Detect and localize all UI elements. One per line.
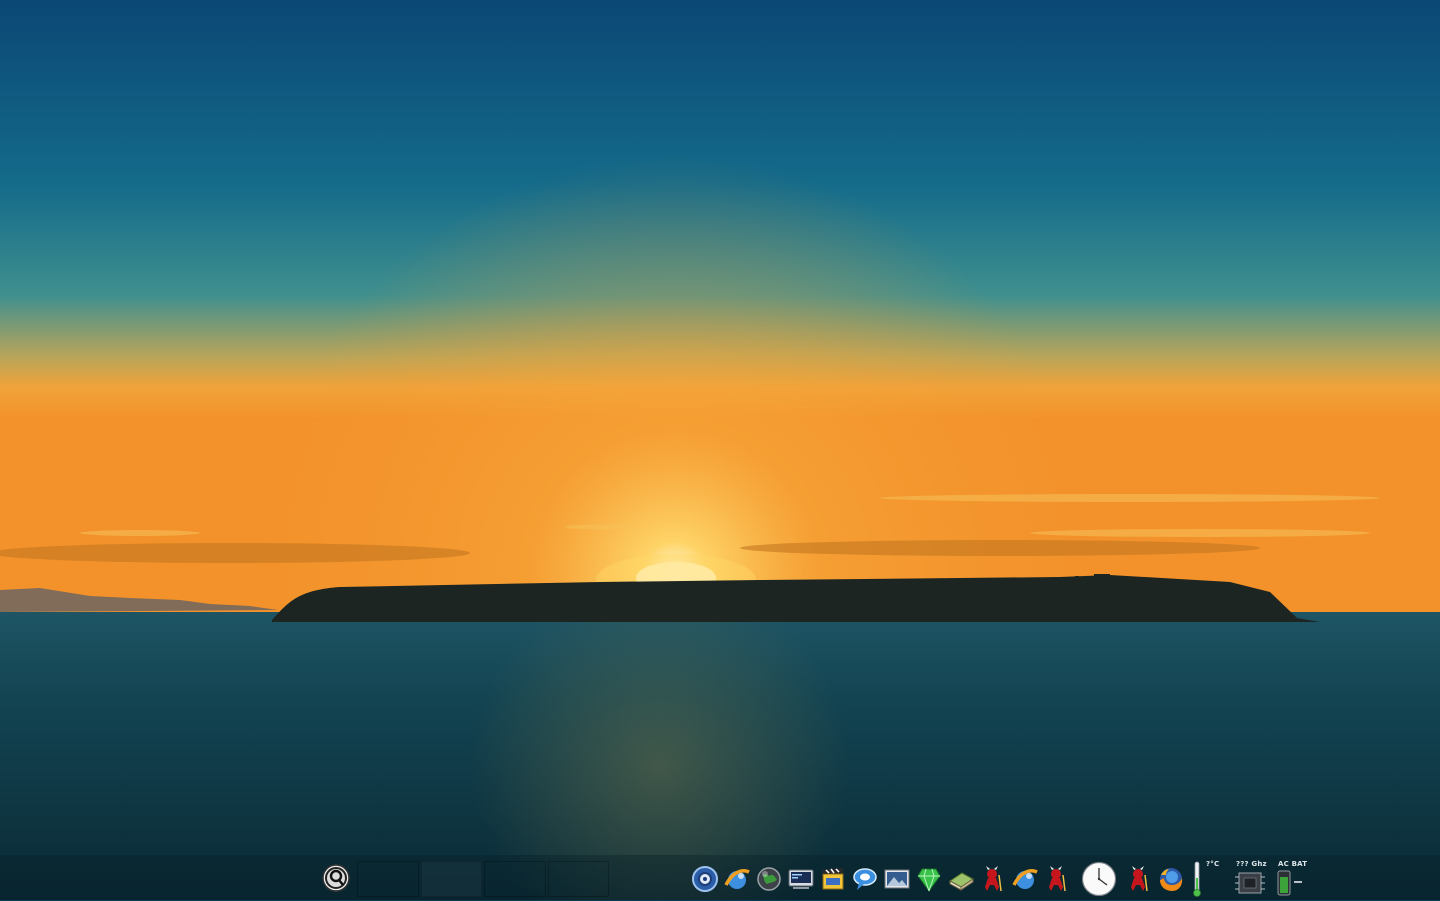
battery-monitor[interactable]: AC BAT (1272, 860, 1312, 898)
kde-menu-button[interactable] (318, 860, 354, 896)
kde-menu-icon (322, 864, 350, 892)
system-tray (1124, 860, 1188, 898)
launcher-kino[interactable] (818, 864, 848, 894)
kino-video-icon (822, 868, 844, 890)
battery-icon (1277, 870, 1302, 896)
konqueror-browser-icon (1012, 869, 1038, 889)
launcher-system-settings[interactable] (690, 864, 720, 894)
launcher-konqueror[interactable] (722, 864, 752, 894)
pager-desktop-label: 1 (358, 886, 366, 896)
cpu-frequency-monitor[interactable]: ??? Ghz (1231, 860, 1271, 898)
desktop-pager: 1 2 3 4 (357, 861, 611, 898)
battery-label: AC BAT (1278, 860, 1308, 868)
pager-desktop-1[interactable]: 1 (357, 861, 419, 897)
kopete-chat-icon (853, 868, 877, 890)
system-settings-icon (692, 866, 718, 892)
konqueror-icon (724, 869, 750, 889)
daemon-icon (985, 866, 1002, 892)
tray-daemon[interactable] (1124, 863, 1154, 895)
launcher-daemon-2[interactable] (1042, 864, 1072, 894)
launcher-network[interactable] (754, 864, 784, 894)
pager-desktop-4[interactable]: 4 (547, 861, 609, 897)
daemon-2-icon (1049, 866, 1066, 892)
launcher-kdevelop[interactable] (914, 864, 944, 894)
wallpaper-sunset (0, 0, 1440, 900)
analog-clock-icon (1081, 861, 1117, 897)
daemon-3-icon (1131, 866, 1148, 892)
launcher-konsole[interactable] (786, 864, 816, 894)
gem-kdevelop-icon (917, 868, 941, 892)
launcher-book[interactable] (946, 864, 976, 894)
konsole-terminal-icon (788, 869, 814, 889)
temperature-monitor[interactable]: ?°C (1190, 860, 1228, 898)
firefox-icon (1160, 868, 1183, 891)
panel-clock[interactable] (1081, 861, 1117, 897)
quick-launcher (690, 862, 1074, 896)
pager-desktop-label: 3 (485, 886, 493, 896)
book-icon (949, 872, 974, 891)
launcher-image-viewer[interactable] (882, 864, 912, 894)
cpu-chip-icon (1235, 872, 1265, 894)
pager-desktop-label: 2 (422, 886, 430, 896)
launcher-daemon[interactable] (978, 864, 1008, 894)
temperature-label: ?°C (1206, 860, 1220, 868)
pager-desktop-3[interactable]: 3 (484, 861, 546, 897)
pager-desktop-label: 4 (549, 886, 557, 896)
launcher-konqueror-browser[interactable] (1010, 864, 1040, 894)
desktop[interactable] (0, 0, 1440, 900)
globe-network-icon (757, 867, 781, 891)
tray-firefox[interactable] (1156, 863, 1186, 895)
image-viewer-icon (884, 869, 910, 889)
launcher-kopete[interactable] (850, 864, 880, 894)
thermometer-icon (1193, 861, 1201, 897)
pager-desktop-2[interactable]: 2 (420, 861, 482, 897)
cpu-frequency-label: ??? Ghz (1236, 860, 1267, 868)
